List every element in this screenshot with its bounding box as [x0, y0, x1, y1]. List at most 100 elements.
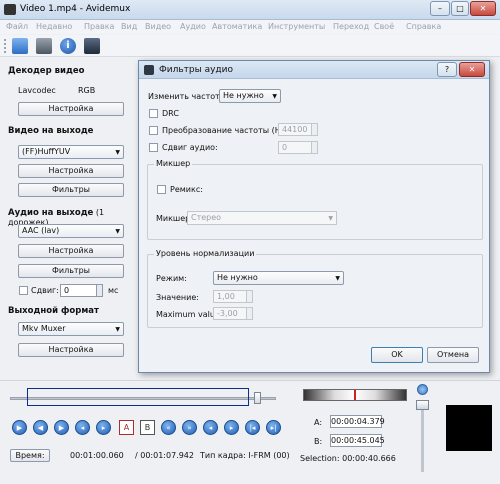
- rate-conv-label: Преобразование частоты (Hz):: [162, 126, 291, 135]
- dialog-app-icon: [144, 65, 154, 75]
- next-keyframe-icon[interactable]: »: [182, 420, 197, 435]
- muxer-settings-button[interactable]: Настройка: [18, 343, 124, 357]
- audio-settings-button[interactable]: Настройка: [18, 244, 124, 258]
- menu-automation[interactable]: Автоматика: [212, 22, 262, 31]
- ok-button[interactable]: OK: [371, 347, 423, 363]
- time-button[interactable]: Время:: [10, 449, 50, 462]
- app-icon: [4, 4, 16, 15]
- audio-shift-dlg-value: 0: [282, 143, 288, 152]
- mark-b-icon[interactable]: B: [140, 420, 155, 435]
- toolbar: i: [0, 35, 500, 57]
- mixer-value: Стерео: [191, 213, 222, 222]
- video-filters-button[interactable]: Фильтры: [18, 183, 124, 197]
- film-icon[interactable]: [84, 38, 100, 54]
- info-icon[interactable]: i: [60, 38, 76, 54]
- muxer-select[interactable]: Mkv Muxer ▼: [18, 322, 124, 336]
- mode-select[interactable]: Не нужно ▼: [213, 271, 344, 285]
- output-format-title: Выходной формат: [8, 306, 99, 316]
- value-input[interactable]: 1,00: [213, 290, 247, 303]
- audio-shift-label: Сдвиг:: [31, 286, 59, 295]
- decoder-name: Lavcodec: [18, 86, 56, 95]
- mixer-select[interactable]: Стерео ▼: [187, 211, 337, 225]
- marker-b-field: 00:00:45.045: [330, 434, 385, 447]
- rewind-icon[interactable]: ◀: [33, 420, 48, 435]
- save-icon[interactable]: [36, 38, 52, 54]
- rate-conv-spinner[interactable]: [311, 123, 318, 136]
- mark-a-icon[interactable]: A: [119, 420, 134, 435]
- prev-black-icon[interactable]: ◂: [203, 420, 218, 435]
- jog-marker: [354, 390, 356, 400]
- next-black-icon[interactable]: ▸: [224, 420, 239, 435]
- max-value-spinner[interactable]: [246, 307, 253, 320]
- play-icon[interactable]: ▶: [12, 420, 27, 435]
- audio-shift-dlg-input[interactable]: 0: [278, 141, 312, 154]
- audio-shift-unit: мс: [108, 286, 119, 295]
- prev-keyframe-icon[interactable]: «: [161, 420, 176, 435]
- video-codec-select[interactable]: (FF)HuffYUV ▼: [18, 145, 124, 159]
- next-frame-icon[interactable]: ▸: [96, 420, 111, 435]
- audio-meter: [446, 405, 492, 451]
- cancel-button[interactable]: Отмена: [427, 347, 479, 363]
- audio-codec-select[interactable]: AAC (lav) ▼: [18, 224, 124, 238]
- jog-shuttle[interactable]: [303, 389, 407, 401]
- forward-icon[interactable]: ▶: [54, 420, 69, 435]
- title-bar: Video 1.mp4 - Avidemux – □ ✕: [0, 0, 500, 20]
- volume-icon[interactable]: [417, 384, 428, 395]
- marker-b-value: 00:00:45.045: [331, 436, 385, 445]
- audio-shift-dlg-checkbox[interactable]: [149, 143, 158, 152]
- rate-conv-checkbox[interactable]: [149, 126, 158, 135]
- normalization-group-title: Уровень нормализации: [154, 249, 257, 258]
- mixer-label: Микшер: [156, 214, 191, 223]
- menu-video[interactable]: Видео: [145, 22, 171, 31]
- goto-start-icon[interactable]: |◂: [245, 420, 260, 435]
- rate-conv-input[interactable]: 44100: [278, 123, 312, 136]
- goto-end-icon[interactable]: ▸|: [266, 420, 281, 435]
- drc-checkbox[interactable]: [149, 109, 158, 118]
- value-spinner[interactable]: [246, 290, 253, 303]
- audio-shift-dlg-spinner[interactable]: [311, 141, 318, 154]
- timeline-slider-thumb[interactable]: [254, 392, 261, 404]
- audio-shift-spinner[interactable]: [96, 284, 103, 297]
- maximize-button[interactable]: □: [451, 1, 469, 16]
- selection-range: [27, 388, 249, 406]
- menu-recent[interactable]: Недавно: [36, 22, 72, 31]
- value-label: Значение:: [156, 293, 199, 302]
- audio-shift-checkbox[interactable]: [19, 286, 28, 295]
- chevron-down-icon: ▼: [115, 326, 120, 333]
- minimize-button[interactable]: –: [430, 1, 450, 16]
- chevron-down-icon: ▼: [272, 93, 277, 100]
- current-time[interactable]: 00:01:00.060: [70, 451, 124, 460]
- menu-tools[interactable]: Инструменты: [268, 22, 325, 31]
- audio-shift-input[interactable]: 0: [60, 284, 98, 297]
- mode-label: Режим:: [156, 274, 187, 283]
- toolbar-grip: [4, 39, 7, 53]
- dialog-close-button[interactable]: ✕: [459, 62, 485, 77]
- menu-help[interactable]: Справка: [406, 22, 441, 31]
- menu-go[interactable]: Переход: [333, 22, 369, 31]
- max-value-value: -3,00: [217, 309, 238, 318]
- dialog-help-button[interactable]: ?: [437, 62, 457, 77]
- change-rate-value: Не нужно: [223, 91, 264, 100]
- prev-frame-icon[interactable]: ◂: [75, 420, 90, 435]
- audio-filters-button[interactable]: Фильтры: [18, 264, 124, 278]
- audio-filters-dialog: Фильтры аудио ? ✕ Изменить частоту: Не н…: [138, 60, 490, 373]
- window-title: Video 1.mp4 - Avidemux: [20, 4, 131, 14]
- left-panel: Декодер видео Lavcodec RGB Настройка Вид…: [2, 58, 135, 378]
- change-rate-select[interactable]: Не нужно ▼: [219, 89, 281, 103]
- mixer-group-title: Микшер: [154, 159, 193, 168]
- decoder-settings-button[interactable]: Настройка: [18, 102, 124, 116]
- menu-file[interactable]: Файл: [6, 22, 28, 31]
- volume-slider[interactable]: [416, 400, 429, 410]
- audio-shift-dlg-label: Сдвиг аудио:: [162, 143, 218, 152]
- open-folder-icon[interactable]: [12, 38, 28, 54]
- menu-view[interactable]: Вид: [121, 22, 137, 31]
- video-settings-button[interactable]: Настройка: [18, 164, 124, 178]
- change-rate-label: Изменить частоту:: [148, 92, 228, 101]
- menu-edit[interactable]: Правка: [84, 22, 114, 31]
- menu-audio[interactable]: Аудио: [180, 22, 206, 31]
- menu-custom[interactable]: Своё: [374, 22, 394, 31]
- remix-checkbox[interactable]: [157, 185, 166, 194]
- max-value-input[interactable]: -3,00: [213, 307, 247, 320]
- close-button[interactable]: ✕: [470, 1, 496, 16]
- chevron-down-icon: ▼: [115, 228, 120, 235]
